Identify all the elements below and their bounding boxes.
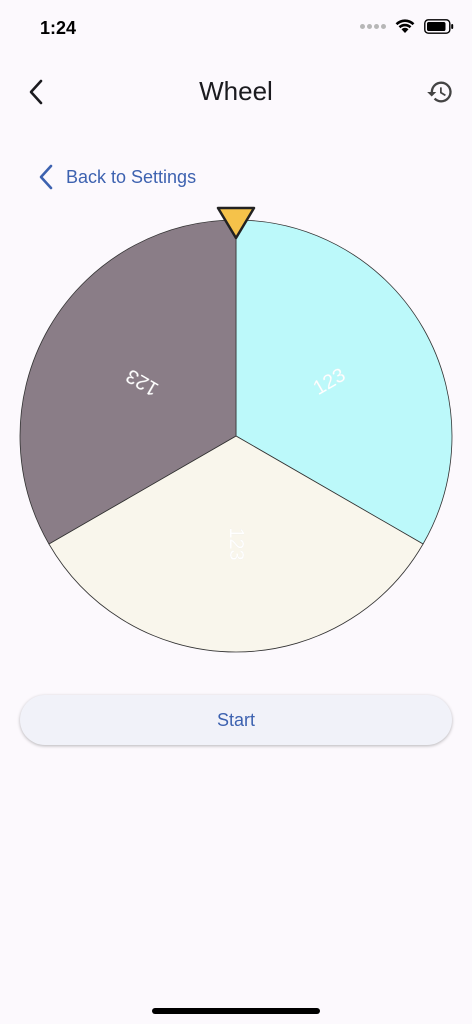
- battery-icon: [424, 18, 454, 34]
- status-icons: [360, 18, 454, 34]
- back-to-settings-button[interactable]: Back to Settings: [38, 160, 196, 194]
- wifi-icon: [395, 19, 415, 33]
- status-time: 1:24: [40, 18, 77, 38]
- wheel-segment-label: 123: [225, 527, 247, 560]
- history-button[interactable]: [422, 74, 458, 110]
- wheel[interactable]: 123 123 123: [18, 200, 454, 656]
- back-to-settings-label: Back to Settings: [66, 166, 197, 187]
- start-button[interactable]: Start: [20, 695, 452, 745]
- status-bar: 1:24: [0, 0, 472, 58]
- home-indicator: [152, 1008, 320, 1014]
- signal-dots-icon: [360, 23, 386, 29]
- app-bar: Wheel: [0, 60, 472, 124]
- page-title: Wheel: [199, 76, 273, 106]
- chevron-left-icon: [39, 164, 53, 190]
- wheel-svg: 123123123: [19, 206, 453, 653]
- history-icon: [427, 81, 452, 103]
